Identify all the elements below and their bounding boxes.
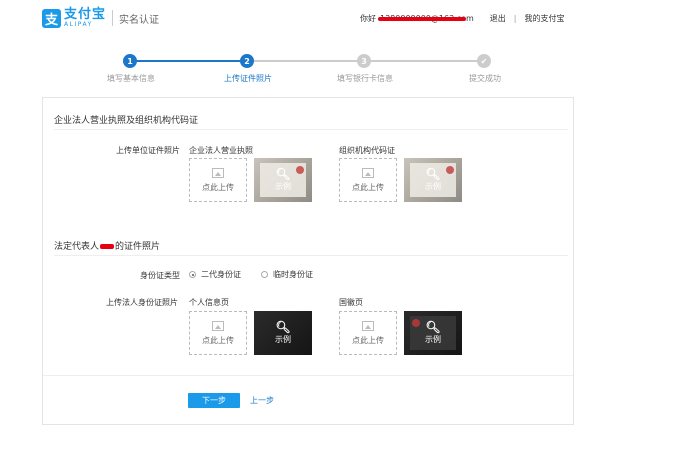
emblem-page-sample[interactable]: 🔍︎ 示例 bbox=[404, 311, 462, 355]
search-icon: 🔍︎ bbox=[425, 320, 441, 334]
header-separator: | bbox=[513, 14, 517, 23]
step-1-label: 填写基本信息 bbox=[107, 74, 155, 83]
radio-temporary-id[interactable]: 临时身份证 bbox=[261, 269, 313, 280]
business-license-upload[interactable]: 点此上传 bbox=[189, 158, 247, 202]
search-icon: 🔍︎ bbox=[275, 167, 291, 181]
step-2-indicator: 2 bbox=[240, 54, 254, 68]
next-step-button[interactable]: 下一步 bbox=[188, 393, 240, 408]
user-area: 你好 1380000000@163.com 退出 | 我的支付宝 bbox=[360, 13, 565, 24]
alipay-logo-icon: 支 bbox=[42, 8, 61, 28]
radio-second-gen-id[interactable]: 二代身份证 bbox=[189, 269, 241, 280]
org-code-sample[interactable]: 🔍︎ 示例 bbox=[404, 158, 462, 202]
section2-divider bbox=[54, 255, 568, 256]
header: 支 支付宝 ALIPAY 实名认证 你好 1380000000@163.com … bbox=[0, 0, 700, 34]
search-icon: 🔍︎ bbox=[275, 320, 291, 334]
image-icon bbox=[212, 167, 224, 178]
progress-steps: 1 2 3 ✔ 填写基本信息 上传证件照片 填写银行卡信息 提交成功 bbox=[0, 48, 700, 88]
redaction-mark bbox=[100, 244, 115, 249]
footer-divider bbox=[43, 375, 573, 376]
personal-info-label: 个人信息页 bbox=[189, 298, 229, 307]
image-icon bbox=[362, 167, 374, 178]
section1-title: 企业法人营业执照及组织机构代码证 bbox=[54, 116, 199, 126]
section1-divider bbox=[54, 129, 568, 130]
personal-info-upload[interactable]: 点此上传 bbox=[189, 311, 247, 355]
step-connector-1 bbox=[130, 60, 247, 62]
image-icon bbox=[212, 320, 224, 331]
step-4-check-icon: ✔ bbox=[477, 54, 491, 68]
search-icon: 🔍︎ bbox=[425, 167, 441, 181]
user-email: 1380000000@163.com bbox=[378, 14, 474, 23]
upload-panel: 企业法人营业执照及组织机构代码证 上传单位证件照片 企业法人营业执照 组织机构代… bbox=[42, 97, 574, 425]
org-code-label: 组织机构代码证 bbox=[339, 146, 395, 155]
logout-link[interactable]: 退出 bbox=[490, 13, 506, 24]
page-title: 实名认证 bbox=[119, 14, 160, 26]
logo-en-text: ALIPAY bbox=[64, 21, 93, 28]
section2-row-label: 上传法人身份证照片 bbox=[106, 298, 178, 307]
step-3-label: 填写银行卡信息 bbox=[337, 74, 393, 83]
step-connector-3 bbox=[364, 60, 484, 62]
my-alipay-link[interactable]: 我的支付宝 bbox=[525, 13, 565, 24]
step-3-indicator: 3 bbox=[357, 54, 371, 68]
radio-unchecked-icon bbox=[261, 271, 268, 278]
emblem-page-upload[interactable]: 点此上传 bbox=[339, 311, 397, 355]
step-2-label: 上传证件照片 bbox=[224, 74, 272, 83]
step-1-indicator: 1 bbox=[123, 54, 137, 68]
step-4-label: 提交成功 bbox=[469, 74, 501, 83]
image-icon bbox=[362, 320, 374, 331]
prev-step-link[interactable]: 上一步 bbox=[250, 395, 274, 406]
alipay-logo[interactable]: 支 支付宝 ALIPAY 实名认证 bbox=[42, 8, 159, 28]
section2-title: 法定代表人 的证件照片 bbox=[54, 242, 161, 252]
business-license-label: 企业法人营业执照 bbox=[189, 146, 253, 155]
radio-checked-icon bbox=[189, 271, 196, 278]
personal-info-sample[interactable]: 🔍︎ 示例 bbox=[254, 311, 312, 355]
step-connector-2 bbox=[247, 60, 364, 62]
greeting-text: 你好 bbox=[360, 14, 376, 23]
business-license-sample[interactable]: 🔍︎ 示例 bbox=[254, 158, 312, 202]
id-type-label: 身份证类型 bbox=[140, 271, 180, 280]
logo-divider bbox=[112, 10, 114, 26]
redaction-mark bbox=[378, 17, 466, 21]
section1-row-label: 上传单位证件照片 bbox=[116, 146, 180, 155]
org-code-upload[interactable]: 点此上传 bbox=[339, 158, 397, 202]
logo-cn-text: 支付宝 bbox=[64, 7, 107, 22]
emblem-page-label: 国徽页 bbox=[339, 298, 363, 307]
